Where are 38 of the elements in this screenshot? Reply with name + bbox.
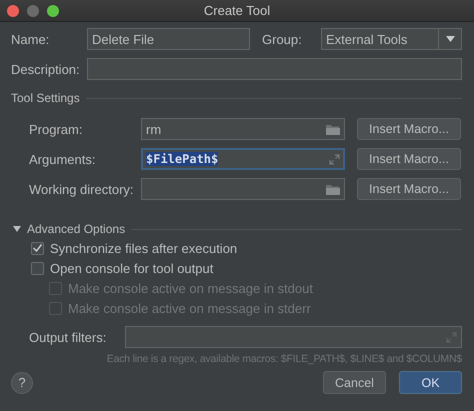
checkbox-label: Make console active on message in stderr bbox=[68, 300, 311, 316]
insert-macro-button[interactable]: Insert Macro... bbox=[357, 148, 461, 170]
input-field[interactable]: rm bbox=[141, 118, 345, 140]
dialog-button[interactable]: Cancel bbox=[323, 371, 386, 394]
field-label: Output filters: bbox=[28, 330, 108, 344]
minimize-icon[interactable] bbox=[27, 4, 39, 16]
input-field[interactable]: $FilePath$ bbox=[141, 148, 345, 170]
section-title: Tool Settings bbox=[11, 91, 80, 105]
insert-macro-button[interactable]: Insert Macro... bbox=[357, 118, 461, 140]
caret-icon bbox=[446, 36, 454, 42]
expand-icon[interactable] bbox=[329, 154, 340, 164]
name-field[interactable]: Delete File bbox=[87, 28, 250, 50]
checkbox-label: Make console active on message in stdout bbox=[68, 280, 313, 296]
section-title[interactable]: Advanced Options bbox=[27, 222, 126, 236]
field-label: Arguments: bbox=[28, 152, 96, 166]
input-field[interactable] bbox=[141, 178, 345, 200]
dialog-button[interactable]: OK bbox=[399, 371, 462, 394]
group-dropdown[interactable]: External Tools bbox=[321, 28, 462, 50]
zoom-icon[interactable] bbox=[47, 4, 59, 16]
checkbox[interactable] bbox=[31, 242, 44, 254]
checkbox-label: Open console for tool output bbox=[50, 260, 214, 276]
window-title: Create Tool bbox=[204, 3, 270, 18]
field-label: Name: bbox=[11, 32, 50, 46]
expand-icon[interactable] bbox=[446, 332, 457, 342]
close-icon[interactable] bbox=[7, 4, 19, 16]
field-label: Group: bbox=[262, 32, 303, 46]
field-label: Working directory: bbox=[28, 182, 135, 196]
help-button[interactable]: ? bbox=[11, 372, 33, 394]
insert-macro-button[interactable]: Insert Macro... bbox=[357, 178, 461, 200]
field-label: Program: bbox=[28, 122, 84, 136]
checkbox-label: Synchronize files after execution bbox=[50, 240, 238, 256]
output-filters-field[interactable] bbox=[125, 326, 462, 348]
checkbox[interactable] bbox=[31, 262, 44, 274]
field-label: Description: bbox=[11, 62, 81, 76]
description-field[interactable] bbox=[87, 58, 462, 80]
folder-icon[interactable] bbox=[326, 124, 340, 134]
folder-icon[interactable] bbox=[326, 184, 340, 194]
collapse-arrow-icon[interactable] bbox=[13, 226, 21, 232]
